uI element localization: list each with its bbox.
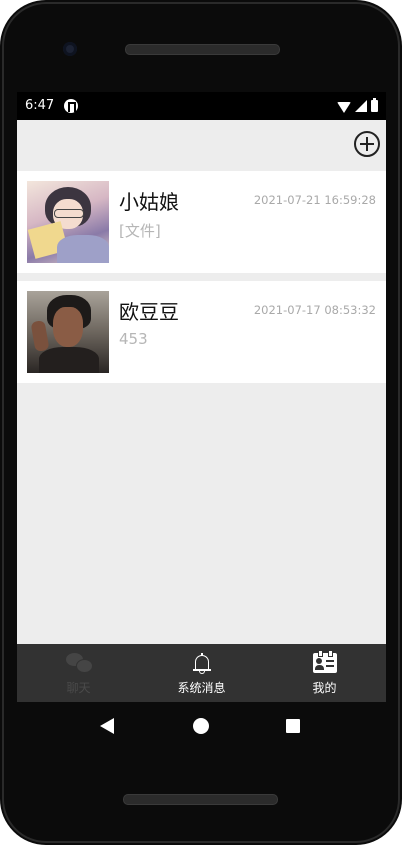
chat-list-item[interactable]: 欧豆豆 2021-07-17 08:53:32 453 — [17, 281, 386, 383]
tab-mine[interactable]: 我的 — [263, 644, 386, 702]
chat-last-message: [文件] — [119, 222, 161, 240]
back-icon[interactable] — [100, 718, 114, 734]
chat-list-item[interactable]: 小姑娘 2021-07-21 16:59:28 [文件] — [17, 171, 386, 273]
tab-chat[interactable]: 聊天 — [17, 644, 140, 702]
bottom-tab-bar: 聊天 系统消息 我的 — [17, 644, 386, 702]
notification-app-icon — [64, 99, 78, 113]
tab-label: 系统消息 — [177, 681, 226, 695]
chat-last-message: 453 — [119, 330, 148, 348]
app-screen: 6:47 小姑娘 2021-07-21 16:59:28 [文件] 欧豆豆 20… — [17, 92, 386, 702]
chat-timestamp: 2021-07-21 16:59:28 — [253, 193, 376, 207]
chat-contact-name: 欧豆豆 — [119, 300, 179, 324]
bottom-speaker-grille — [123, 794, 278, 805]
cell-signal-icon — [355, 100, 367, 112]
tab-label: 聊天 — [66, 681, 91, 695]
system-navigation-bar — [0, 702, 402, 750]
contact-card-icon — [312, 650, 337, 673]
bell-icon — [192, 653, 211, 675]
tab-system-messages[interactable]: 系统消息 — [140, 644, 263, 702]
home-icon[interactable] — [193, 718, 209, 734]
add-circle-icon[interactable] — [354, 131, 380, 157]
chat-bubbles-icon — [65, 653, 93, 673]
avatar — [27, 181, 109, 263]
app-bar — [17, 120, 386, 168]
chat-timestamp: 2021-07-17 08:53:32 — [253, 303, 376, 317]
battery-icon — [371, 98, 378, 112]
chat-contact-name: 小姑娘 — [119, 190, 179, 214]
recents-icon[interactable] — [286, 719, 300, 733]
front-camera — [63, 42, 77, 56]
status-indicators — [337, 98, 378, 113]
tab-label: 我的 — [312, 681, 337, 695]
avatar — [27, 291, 109, 373]
chat-list: 小姑娘 2021-07-21 16:59:28 [文件] 欧豆豆 2021-07… — [17, 171, 386, 391]
status-time: 6:47 — [25, 98, 55, 113]
top-speaker-grille — [125, 44, 280, 55]
phone-frame: 6:47 小姑娘 2021-07-21 16:59:28 [文件] 欧豆豆 20… — [0, 0, 402, 845]
wifi-icon — [337, 101, 351, 113]
status-bar: 6:47 — [17, 92, 386, 120]
